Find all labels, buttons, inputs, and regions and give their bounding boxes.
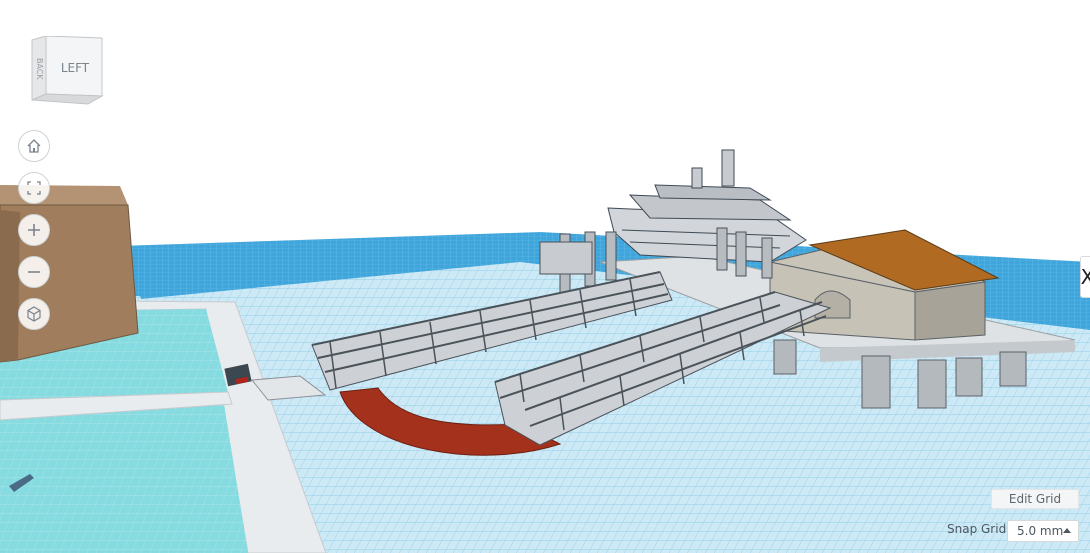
properties-panel-tab[interactable]: X	[1080, 256, 1090, 298]
snap-grid-label: Snap Grid	[947, 522, 1007, 536]
snap-grid-value: 5.0 mm	[1017, 524, 1064, 538]
chevron-up-icon	[1063, 528, 1071, 533]
view-cube-back-face: BACK	[35, 58, 44, 80]
home-view-button[interactable]	[18, 130, 50, 162]
fit-view-icon	[27, 181, 41, 195]
view-cube-left-face: LEFT	[61, 61, 90, 75]
zoom-in-icon	[28, 224, 40, 236]
side-tab-label: X	[1080, 265, 1090, 289]
zoom-in-button[interactable]	[18, 214, 50, 246]
yacht-model[interactable]	[607, 149, 807, 263]
zoom-out-icon	[28, 271, 40, 273]
edit-grid-label: Edit Grid	[1008, 492, 1062, 506]
snap-grid-select[interactable]: 5.0 mm	[1007, 520, 1079, 542]
edit-grid-button[interactable]: Edit Grid	[991, 489, 1079, 509]
workplane-scene[interactable]	[0, 0, 1090, 553]
fit-view-button[interactable]	[18, 172, 50, 204]
view-cube[interactable]: LEFT BACK	[28, 35, 104, 106]
home-icon	[27, 139, 41, 153]
perspective-icon	[27, 306, 41, 322]
perspective-toggle-button[interactable]	[18, 298, 50, 330]
zoom-out-button[interactable]	[18, 256, 50, 288]
